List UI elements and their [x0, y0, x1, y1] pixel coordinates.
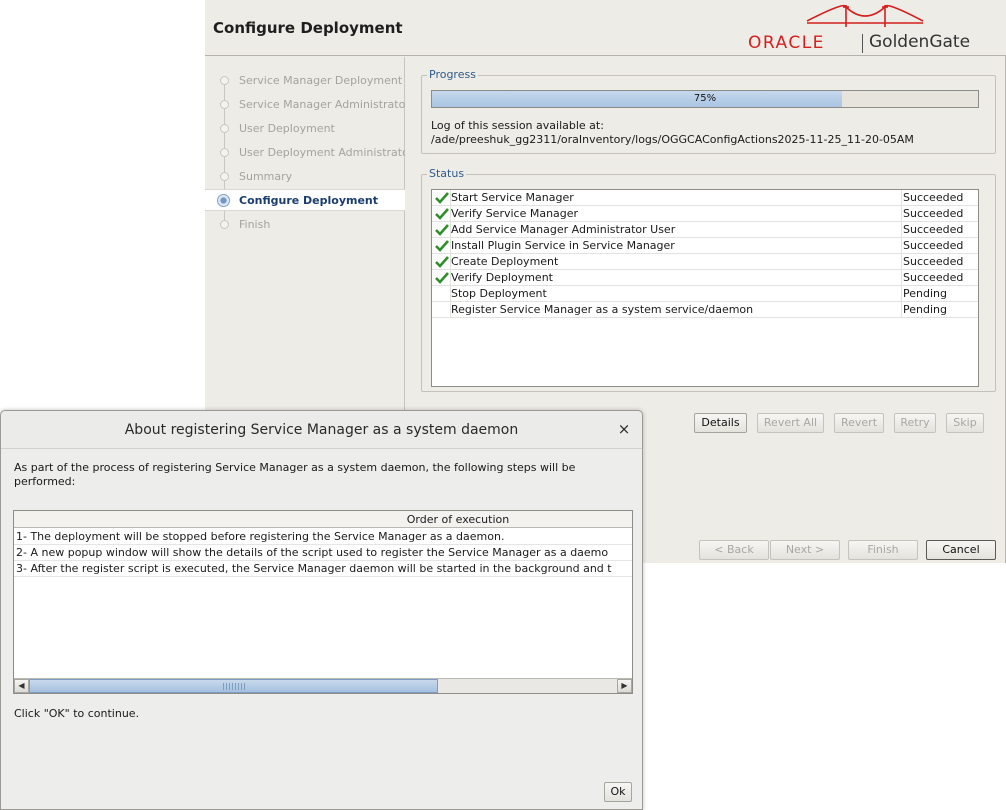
- status-group-title: Status: [427, 167, 467, 180]
- table-header[interactable]: Order of execution: [14, 511, 632, 528]
- task-status: Succeeded: [903, 255, 964, 268]
- task-name: Stop Deployment: [451, 287, 547, 300]
- step-dot-icon: [220, 124, 229, 133]
- retry-button[interactable]: Retry: [894, 413, 936, 433]
- log-path: /ade/preeshuk_gg2311/oraInventory/logs/O…: [431, 133, 914, 146]
- step-user-deployment-administrator[interactable]: User Deployment Administrator: [205, 142, 405, 164]
- revert-all-button[interactable]: Revert All: [757, 413, 824, 433]
- execution-order-table[interactable]: Order of execution 1- The deployment wil…: [13, 510, 633, 694]
- next-button[interactable]: Next >: [770, 540, 840, 560]
- task-status: Succeeded: [903, 207, 964, 220]
- task-status: Pending: [903, 303, 947, 316]
- progress-group-title: Progress: [427, 68, 478, 81]
- revert-button[interactable]: Revert: [834, 413, 884, 433]
- status-group: Status Start Service Manager Succeeded V…: [421, 167, 996, 392]
- status-row[interactable]: Add Service Manager Administrator User S…: [432, 222, 978, 238]
- step-current-icon: [217, 194, 230, 207]
- finish-button[interactable]: Finish: [848, 540, 918, 560]
- task-name: Verify Service Manager: [451, 207, 579, 220]
- step-label: Finish: [239, 218, 271, 231]
- skip-button[interactable]: Skip: [946, 413, 984, 433]
- status-row[interactable]: Verify Service Manager Succeeded: [432, 206, 978, 222]
- dialog-titlebar[interactable]: About registering Service Manager as a s…: [1, 411, 642, 449]
- close-icon[interactable]: ×: [615, 420, 633, 438]
- step-dot-icon: [220, 148, 229, 157]
- task-status: Succeeded: [903, 271, 964, 284]
- progress-group: Progress 75% Log of this session availab…: [421, 68, 996, 154]
- step-dot-icon: [220, 172, 229, 181]
- task-name: Verify Deployment: [451, 271, 553, 284]
- register-daemon-dialog: About registering Service Manager as a s…: [0, 410, 643, 810]
- check-icon: [435, 192, 449, 204]
- scroll-left-icon[interactable]: ◀: [14, 679, 29, 693]
- status-table[interactable]: Start Service Manager Succeeded Verify S…: [431, 189, 979, 387]
- step-service-manager-deployment[interactable]: Service Manager Deployment: [205, 70, 405, 92]
- table-row[interactable]: 1- The deployment will be stopped before…: [14, 529, 632, 545]
- status-row[interactable]: Register Service Manager as a system ser…: [432, 302, 978, 318]
- step-service-manager-administrator[interactable]: Service Manager Administrator: [205, 94, 405, 116]
- cancel-button[interactable]: Cancel: [926, 540, 996, 560]
- logo-product-text: GoldenGate: [869, 32, 971, 52]
- column-header-order: Order of execution: [406, 513, 510, 526]
- step-dot-icon: [220, 100, 229, 109]
- check-icon: [435, 240, 449, 252]
- details-button[interactable]: Details: [694, 413, 747, 433]
- check-icon: [435, 208, 449, 220]
- step-dot-icon: [220, 220, 229, 229]
- header: Configure Deployment ORACLE GoldenGate: [205, 0, 1006, 56]
- step-label: Service Manager Deployment: [239, 74, 403, 87]
- log-label: Log of this session available at:: [431, 119, 604, 132]
- step-dot-icon: [220, 76, 229, 85]
- step-label: User Deployment: [239, 122, 335, 135]
- step-finish[interactable]: Finish: [205, 214, 405, 236]
- task-status: Pending: [903, 287, 947, 300]
- check-icon: [435, 224, 449, 236]
- step-summary[interactable]: Summary: [205, 166, 405, 188]
- step-label: Service Manager Administrator: [239, 98, 405, 111]
- horizontal-scrollbar[interactable]: ◀ ▶: [14, 678, 632, 693]
- golden-gate-bridge-icon: [806, 4, 924, 27]
- status-row[interactable]: Start Service Manager Succeeded: [432, 190, 978, 206]
- scrollbar-thumb[interactable]: [29, 679, 438, 693]
- task-status: Succeeded: [903, 239, 964, 252]
- table-cell: 1- The deployment will be stopped before…: [16, 530, 505, 543]
- step-label: Summary: [239, 170, 293, 183]
- dialog-intro-text: As part of the process of registering Se…: [14, 461, 576, 488]
- scrollbar-grip: [223, 683, 247, 690]
- step-label: Configure Deployment: [239, 194, 379, 207]
- logo-divider: [862, 34, 863, 53]
- progress-bar: 75%: [431, 90, 979, 108]
- task-name: Install Plugin Service in Service Manage…: [451, 239, 675, 252]
- progress-percent: 75%: [693, 93, 717, 104]
- back-button[interactable]: < Back: [699, 540, 769, 560]
- table-cell: 2- A new popup window will show the deta…: [16, 546, 609, 559]
- task-status: Succeeded: [903, 223, 964, 236]
- dialog-footer-text: Click "OK" to continue.: [14, 707, 140, 720]
- status-row[interactable]: Verify Deployment Succeeded: [432, 270, 978, 286]
- step-label: User Deployment Administrator: [239, 146, 405, 159]
- status-row[interactable]: Install Plugin Service in Service Manage…: [432, 238, 978, 254]
- dialog-title: About registering Service Manager as a s…: [124, 422, 519, 438]
- task-name: Create Deployment: [451, 255, 559, 268]
- check-icon: [435, 272, 449, 284]
- table-row[interactable]: 2- A new popup window will show the deta…: [14, 545, 632, 561]
- status-row[interactable]: Create Deployment Succeeded: [432, 254, 978, 270]
- scroll-right-icon[interactable]: ▶: [617, 679, 632, 693]
- task-status: Succeeded: [903, 191, 964, 204]
- step-configure-deployment[interactable]: Configure Deployment: [205, 189, 405, 211]
- page-title: Configure Deployment: [213, 19, 403, 37]
- ok-button[interactable]: Ok: [604, 782, 632, 802]
- table-row[interactable]: 3- After the register script is executed…: [14, 561, 632, 577]
- logo-oracle-text: ORACLE: [748, 33, 825, 53]
- table-cell: 3- After the register script is executed…: [16, 562, 612, 575]
- check-icon: [435, 256, 449, 268]
- step-user-deployment[interactable]: User Deployment: [205, 118, 405, 140]
- task-name: Register Service Manager as a system ser…: [451, 303, 754, 316]
- task-name: Start Service Manager: [451, 191, 574, 204]
- oracle-goldengate-logo: ORACLE GoldenGate: [745, 3, 985, 55]
- task-name: Add Service Manager Administrator User: [451, 223, 676, 236]
- status-row[interactable]: Stop Deployment Pending: [432, 286, 978, 302]
